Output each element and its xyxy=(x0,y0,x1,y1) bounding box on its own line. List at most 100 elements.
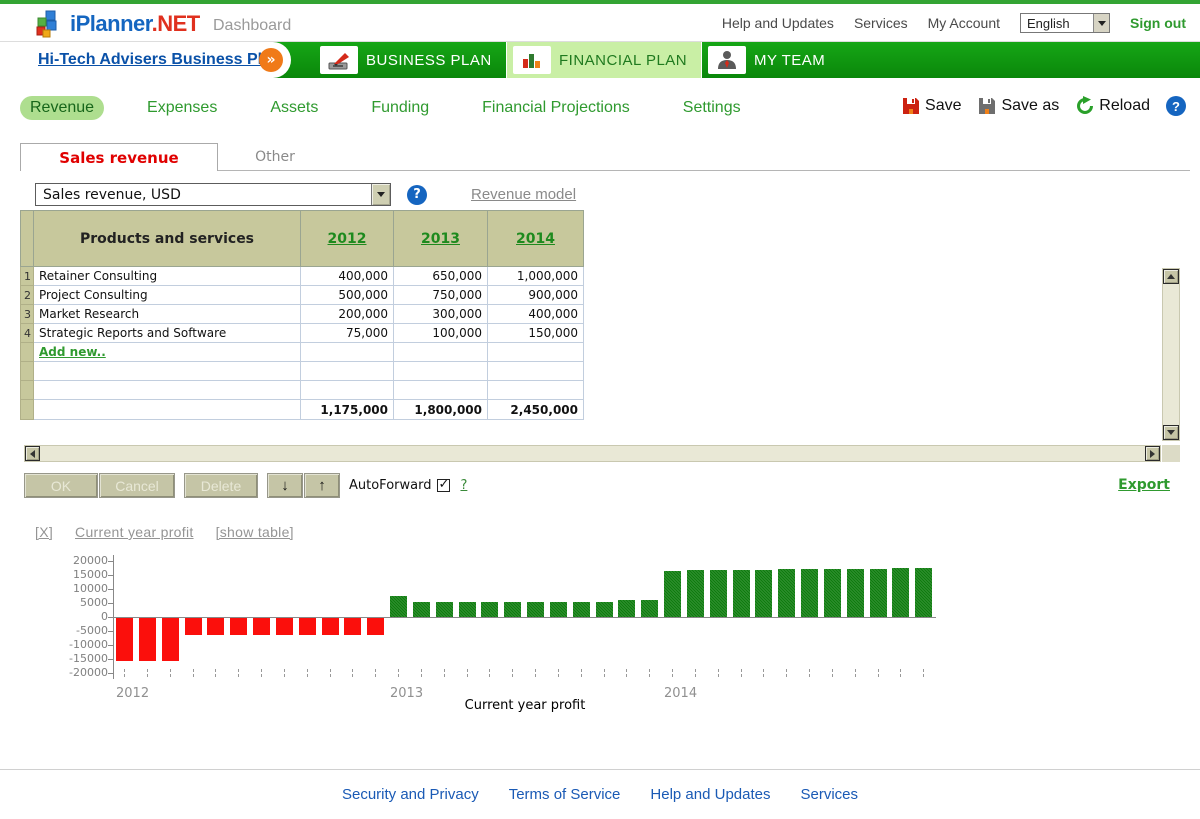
chart-bar xyxy=(276,618,293,635)
value-cell[interactable]: 75,000 xyxy=(301,324,394,343)
triangle-left-icon xyxy=(30,450,35,458)
tab-financial-plan[interactable]: FINANCIAL PLAN xyxy=(506,42,702,78)
chart-show-table-link[interactable]: [show table] xyxy=(216,524,294,540)
autoforward-checkbox[interactable] xyxy=(437,479,450,492)
value-cell[interactable]: 1,000,000 xyxy=(488,267,584,286)
value-cell[interactable]: 150,000 xyxy=(488,324,584,343)
tab-other[interactable]: Other xyxy=(235,143,315,171)
chart-bar xyxy=(413,602,430,617)
reload-button[interactable]: Reload xyxy=(1075,96,1150,116)
services-link[interactable]: Services xyxy=(854,15,908,31)
scroll-up-button[interactable] xyxy=(1163,269,1179,284)
chart-bar xyxy=(573,602,590,617)
footer-terms-link[interactable]: Terms of Service xyxy=(509,786,621,803)
section-item-assets[interactable]: Assets xyxy=(260,96,328,120)
chart-bar xyxy=(664,571,681,617)
horizontal-scrollbar[interactable] xyxy=(24,445,1161,462)
total-2014: 2,450,000 xyxy=(488,400,584,420)
product-name-cell[interactable]: Market Research xyxy=(34,305,301,324)
logo[interactable]: iPlanner.NET xyxy=(34,9,200,39)
language-select[interactable]: English xyxy=(1020,13,1110,33)
chart-close-link[interactable]: [X] xyxy=(35,524,53,540)
save-button[interactable]: Save xyxy=(901,96,961,116)
revenue-model-dropdown-button[interactable] xyxy=(371,184,390,205)
footer-services-link[interactable]: Services xyxy=(801,786,859,803)
footer-security-link[interactable]: Security and Privacy xyxy=(342,786,479,803)
chart-bar xyxy=(550,602,567,617)
header: iPlanner.NET Dashboard Help and Updates … xyxy=(0,4,1200,42)
revenue-model-link[interactable]: Revenue model xyxy=(471,186,576,203)
ok-button[interactable]: OK xyxy=(24,473,98,498)
tab-business-plan[interactable]: BUSINESS PLAN xyxy=(314,42,506,78)
footer-help-link[interactable]: Help and Updates xyxy=(650,786,770,803)
value-cell[interactable]: 500,000 xyxy=(301,286,394,305)
x-axis-tick xyxy=(786,669,787,677)
chart-header: [X] Current year profit [show table] xyxy=(35,524,294,540)
total-2012: 1,175,000 xyxy=(301,400,394,420)
plan-arrow-icon[interactable]: » xyxy=(259,48,283,72)
chart-bar xyxy=(596,602,613,617)
y-axis-tick-label: -5000 xyxy=(40,625,108,637)
sign-out-link[interactable]: Sign out xyxy=(1130,15,1186,31)
value-cell[interactable]: 200,000 xyxy=(301,305,394,324)
section-item-expenses[interactable]: Expenses xyxy=(137,96,227,120)
chart-bar xyxy=(207,618,224,635)
section-item-settings[interactable]: Settings xyxy=(673,96,751,120)
scrollbar-corner xyxy=(1162,445,1180,462)
autoforward-help-link[interactable]: ? xyxy=(460,478,467,493)
x-axis-tick xyxy=(238,669,239,677)
y-axis-tick xyxy=(108,631,113,632)
chart-plot-area: 201220132014 xyxy=(114,561,936,673)
language-dropdown-button[interactable] xyxy=(1093,14,1109,32)
tab-my-team[interactable]: MY TEAM xyxy=(702,42,839,78)
chart-bar xyxy=(230,618,247,635)
export-link[interactable]: Export xyxy=(1118,477,1170,493)
x-axis-tick xyxy=(193,669,194,677)
x-axis-tick xyxy=(489,669,490,677)
product-name-cell[interactable]: Strategic Reports and Software xyxy=(34,324,301,343)
chart-title-link[interactable]: Current year profit xyxy=(75,524,194,540)
value-cell[interactable]: 650,000 xyxy=(394,267,488,286)
section-item-revenue[interactable]: Revenue xyxy=(20,96,104,120)
x-axis-tick xyxy=(535,669,536,677)
scroll-right-button[interactable] xyxy=(1145,446,1160,461)
help-and-updates-link[interactable]: Help and Updates xyxy=(722,15,834,31)
save-as-button[interactable]: Save as xyxy=(977,96,1059,116)
delete-button[interactable]: Delete xyxy=(184,473,258,498)
tab-sales-revenue[interactable]: Sales revenue xyxy=(20,143,218,171)
product-name-cell[interactable]: Project Consulting xyxy=(34,286,301,305)
revenue-model-select[interactable]: Sales revenue, USD xyxy=(35,183,391,206)
x-axis-tick xyxy=(809,669,810,677)
model-help-icon[interactable]: ? xyxy=(407,185,427,205)
x-axis-tick xyxy=(398,669,399,677)
x-axis-tick xyxy=(421,669,422,677)
my-account-link[interactable]: My Account xyxy=(928,15,1000,31)
value-cell[interactable]: 400,000 xyxy=(488,305,584,324)
value-cell[interactable]: 900,000 xyxy=(488,286,584,305)
move-down-button[interactable]: ↓ xyxy=(267,473,303,498)
y-axis-tick xyxy=(108,673,113,674)
value-cell[interactable]: 300,000 xyxy=(394,305,488,324)
scroll-left-button[interactable] xyxy=(25,446,40,461)
move-up-button[interactable]: ↑ xyxy=(304,473,340,498)
product-name-cell[interactable]: Retainer Consulting xyxy=(34,267,301,286)
chart-bar xyxy=(344,618,361,635)
help-icon[interactable]: ? xyxy=(1166,96,1186,116)
chart-bar xyxy=(299,618,316,635)
scroll-down-button[interactable] xyxy=(1163,425,1179,440)
save-as-floppy-icon xyxy=(977,96,997,116)
business-plan-name-link[interactable]: Hi-Tech Advisers Business Plan xyxy=(38,51,281,69)
value-cell[interactable]: 100,000 xyxy=(394,324,488,343)
cancel-button[interactable]: Cancel xyxy=(99,473,175,498)
x-axis-tick xyxy=(261,669,262,677)
value-cell[interactable]: 400,000 xyxy=(301,267,394,286)
x-axis-tick xyxy=(512,669,513,677)
vertical-scrollbar[interactable] xyxy=(1162,268,1180,441)
dashboard-label[interactable]: Dashboard xyxy=(213,17,291,35)
add-new-link[interactable]: Add new.. xyxy=(39,345,106,359)
value-cell[interactable]: 750,000 xyxy=(394,286,488,305)
chart-bar xyxy=(870,569,887,617)
section-nav: Revenue Expenses Assets Funding Financia… xyxy=(20,96,751,120)
section-item-financial-projections[interactable]: Financial Projections xyxy=(472,96,640,120)
section-item-funding[interactable]: Funding xyxy=(361,96,439,120)
